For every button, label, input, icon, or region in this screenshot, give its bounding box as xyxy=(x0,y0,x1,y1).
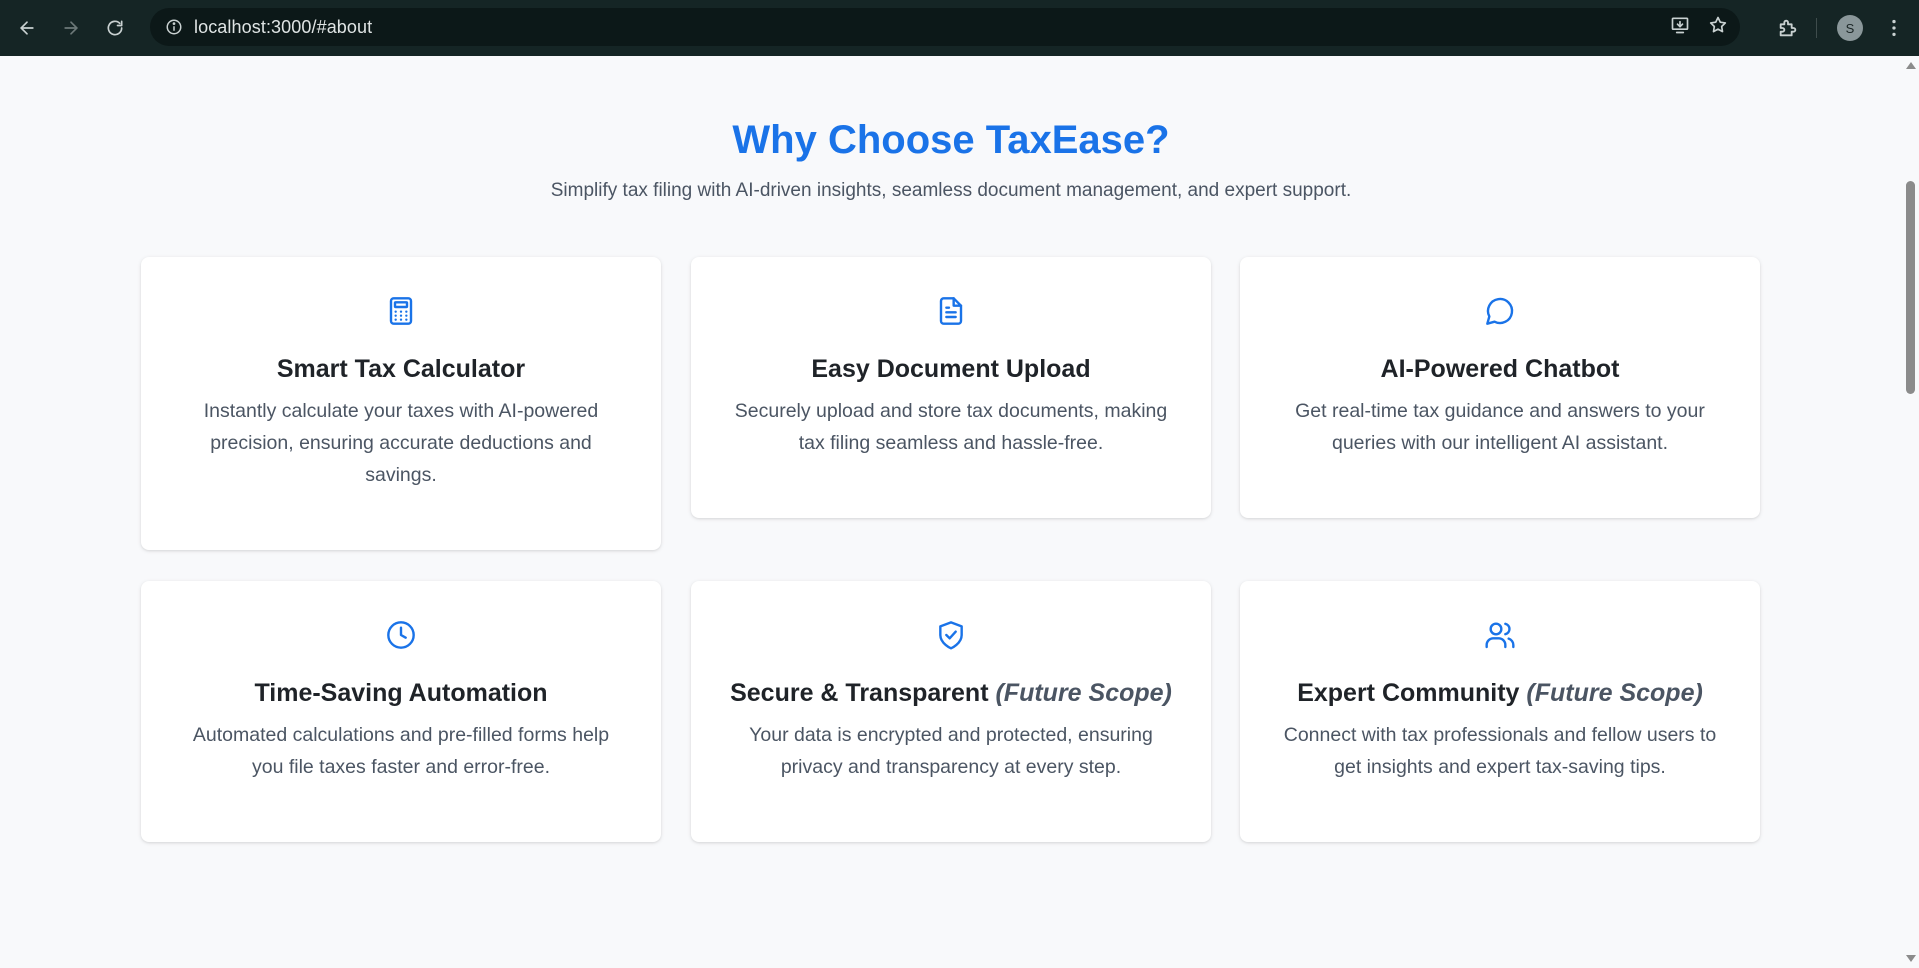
clock-icon xyxy=(385,619,417,651)
feature-title: Smart Tax Calculator xyxy=(276,355,526,383)
feature-card-expert-community: Expert Community (Future Scope) Connect … xyxy=(1240,581,1760,842)
feature-description: Instantly calculate your taxes with AI-p… xyxy=(203,400,599,486)
future-scope-tag: (Future Scope) xyxy=(1526,679,1703,707)
scroll-down-arrow-icon[interactable] xyxy=(1906,955,1916,962)
extensions-puzzle-icon[interactable] xyxy=(1777,17,1799,44)
kebab-menu-icon[interactable] xyxy=(1883,17,1905,44)
install-app-icon[interactable] xyxy=(1670,15,1690,40)
page-scrollbar[interactable] xyxy=(1902,56,1919,968)
scroll-up-arrow-icon[interactable] xyxy=(1906,62,1916,69)
reload-icon xyxy=(107,20,123,36)
document-icon xyxy=(935,295,967,327)
feature-description: Connect with tax professionals and fello… xyxy=(1283,724,1717,778)
reload-button[interactable] xyxy=(93,6,137,50)
feature-title: Time-Saving Automation xyxy=(254,679,548,707)
address-bar[interactable]: localhost:3000/#about xyxy=(150,8,1740,46)
calculator-icon xyxy=(385,295,417,327)
browser-toolbar: localhost:3000/#about S xyxy=(0,0,1919,56)
chat-bubble-icon xyxy=(1484,295,1516,327)
arrow-left-icon xyxy=(20,21,34,35)
feature-title: Secure & Transparent (Future Scope) xyxy=(730,679,1172,707)
toolbar-separator xyxy=(1816,18,1817,38)
feature-title: AI-Powered Chatbot xyxy=(1380,355,1620,383)
profile-avatar[interactable]: S xyxy=(1837,15,1863,41)
feature-card-ai-powered-chatbot: AI-Powered Chatbot Get real-time tax gui… xyxy=(1240,257,1760,518)
arrow-right-icon xyxy=(64,21,78,35)
site-info-icon[interactable] xyxy=(154,8,194,46)
feature-description: Securely upload and store tax documents,… xyxy=(734,400,1168,454)
shield-check-icon xyxy=(935,619,967,651)
bookmark-star-icon[interactable] xyxy=(1708,15,1728,40)
back-button[interactable] xyxy=(5,6,49,50)
feature-title: Expert Community (Future Scope) xyxy=(1297,679,1703,707)
feature-card-secure-transparent: Secure & Transparent (Future Scope) Your… xyxy=(691,581,1211,842)
feature-card-easy-document-upload: Easy Document Upload Securely upload and… xyxy=(691,257,1211,518)
url-text: localhost:3000/#about xyxy=(194,16,373,37)
scrollbar-thumb[interactable] xyxy=(1906,181,1915,394)
feature-description: Automated calculations and pre-filled fo… xyxy=(192,724,610,778)
about-section: Why Choose TaxEase? Simplify tax filing … xyxy=(0,56,1902,968)
forward-button[interactable] xyxy=(49,6,93,50)
feature-card-time-saving-automation: Time-Saving Automation Automated calcula… xyxy=(141,581,661,842)
section-title: Why Choose TaxEase? xyxy=(732,118,1170,162)
feature-card-smart-tax-calculator: Smart Tax Calculator Instantly calculate… xyxy=(141,257,661,550)
feature-description: Your data is encrypted and protected, en… xyxy=(749,724,1153,778)
section-subtitle: Simplify tax filing with AI-driven insig… xyxy=(550,180,1352,201)
feature-title: Easy Document Upload xyxy=(811,355,1091,383)
feature-description: Get real-time tax guidance and answers t… xyxy=(1295,400,1705,454)
future-scope-tag: (Future Scope) xyxy=(995,679,1172,707)
users-icon xyxy=(1484,619,1516,651)
